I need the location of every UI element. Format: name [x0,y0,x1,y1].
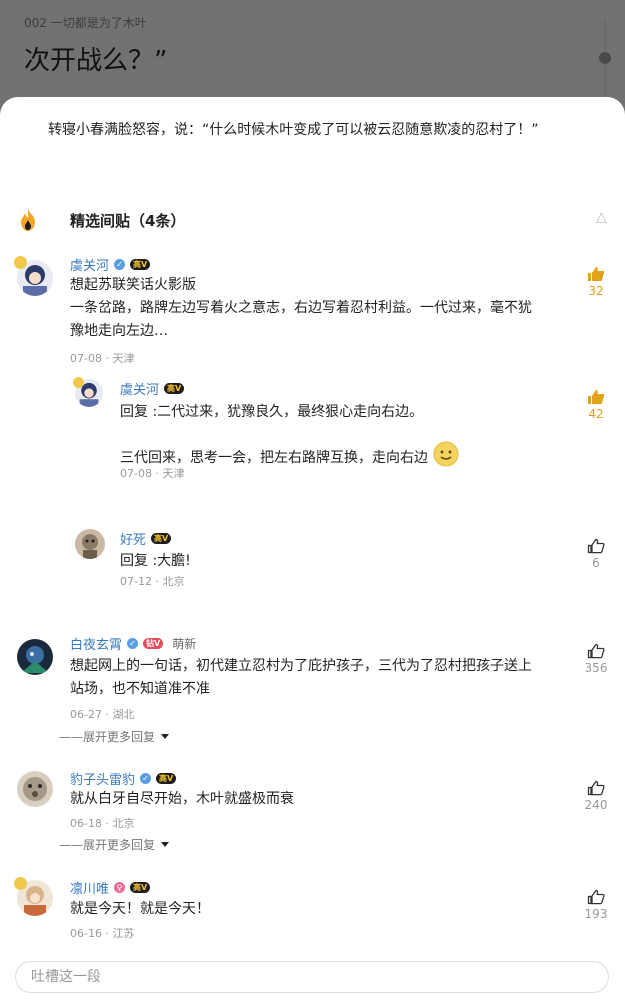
level-badge: 钻V [143,638,164,649]
background-text: 次开战么？” [24,46,168,76]
vip-badge-icon [73,377,84,388]
username[interactable]: 凛川唯 [70,878,109,897]
reply-body: 回复 :二代过来，犹豫良久，最终狠心走向右边。 三代回来，思考一会，把左右路牌互… [120,401,560,476]
chapter-label: 002 一切都是为了木叶 [24,16,147,30]
reply-username[interactable]: 虞关河 [120,379,159,398]
scroll-thumb[interactable] [599,52,611,64]
comment-meta: 06-16 · 江苏 [70,927,135,940]
section-header[interactable]: 精选间贴（4条） ▽ [0,202,625,242]
section-title: 精选间贴（4条） [70,212,186,230]
caret-down-icon [161,734,170,739]
level-badge: 高V [130,882,151,893]
vip-badge-icon [14,877,27,890]
level-badge: 高V [164,383,185,394]
like-button[interactable]: 240 [581,780,611,812]
smile-emoji-icon [432,440,460,476]
level-badge: 高V [156,773,177,784]
username[interactable]: 豹子头雷豹 [70,769,135,788]
chevron-up-icon[interactable]: ▽ [596,210,607,226]
comment-meta: 07-08 · 天津 [70,352,135,365]
avatar[interactable] [75,529,105,559]
comment-item: 凛川唯 ♀ 高V 就是今天！就是今天！ 06-16 · 江苏 193 [0,877,625,957]
username[interactable]: 白夜玄霄 [70,634,122,653]
avatar[interactable] [17,771,53,807]
avatar[interactable] [17,639,53,675]
comment-sheet: 转寝小春满脸怒容，说：“什么时候木叶变成了可以被云忍随意欺凌的忍村了！” 精选间… [0,97,625,1000]
comment-body: 想起苏联笑话火影版 一条岔路，路牌左边写着火之意志，右边写着忍村利益。一代过来，… [70,277,532,339]
thumbs-up-icon [587,538,605,554]
caret-down-icon [161,842,170,847]
like-button[interactable]: 32 [581,266,611,298]
comment-item: 好死 高V 回复 :大膽! 07-12 · 北京 6 [0,525,625,595]
username[interactable]: 虞关河 [70,255,109,274]
comment-meta: 06-18 · 北京 [70,817,135,830]
verified-icon: ✓ [114,259,126,270]
like-button[interactable]: 42 [581,389,611,421]
like-button[interactable]: 6 [581,538,611,570]
verified-icon: ✓ [140,773,152,784]
fire-icon [18,208,38,232]
vip-badge-icon [14,256,27,269]
reply-meta: 07-08 · 天津 [120,467,185,480]
comment-body: 想起网上的一句话，初代建立忍村为了庇护孩子，三代为了忍村把孩子送上 站场，也不知… [70,658,532,697]
user-tag: 萌新 [172,637,197,651]
like-button[interactable]: 356 [581,643,611,675]
verified-icon: ♀ [114,882,126,893]
thumbs-up-icon [587,643,605,659]
comment-meta: 07-12 · 北京 [120,575,185,588]
thumbs-up-icon [587,780,605,796]
verified-icon: ✓ [127,638,139,649]
comment-item: 白夜玄霄 ✓ 钻V 萌新 想起网上的一句话，初代建立忍村为了庇护孩子，三代为了忍… [0,633,625,753]
like-button[interactable]: 193 [581,889,611,921]
thumbs-up-icon [587,889,605,905]
expand-replies-button[interactable]: ——展开更多回复 [59,728,170,745]
comment-meta: 06-27 · 湖北 [70,708,135,721]
level-badge: 高V [151,533,172,544]
comment-item: 虞关河 ✓ 高V 想起苏联笑话火影版 一条岔路，路牌左边写着火之意志，右边写着忍… [0,254,625,480]
username[interactable]: 好死 [120,529,146,548]
thumbs-up-icon [588,267,605,281]
comment-body: 就从白牙自尽开始，木叶就盛极而衰 [70,791,294,807]
comment-input[interactable] [31,969,591,985]
comment-item: 豹子头雷豹 ✓ 高V 就从白牙自尽开始，木叶就盛极而衰 06-18 · 北京 —… [0,768,625,868]
expand-replies-button[interactable]: ——展开更多回复 [59,836,170,853]
comment-body: 回复 :大膽! [120,553,191,569]
comment-body: 就是今天！就是今天！ [70,901,210,917]
quoted-paragraph: 转寝小春满脸怒容，说：“什么时候木叶变成了可以被云忍随意欺凌的忍村了！” [48,122,539,138]
comment-input-bar[interactable] [15,961,609,993]
level-badge: 高V [130,259,151,270]
thumbs-up-icon [588,390,605,404]
